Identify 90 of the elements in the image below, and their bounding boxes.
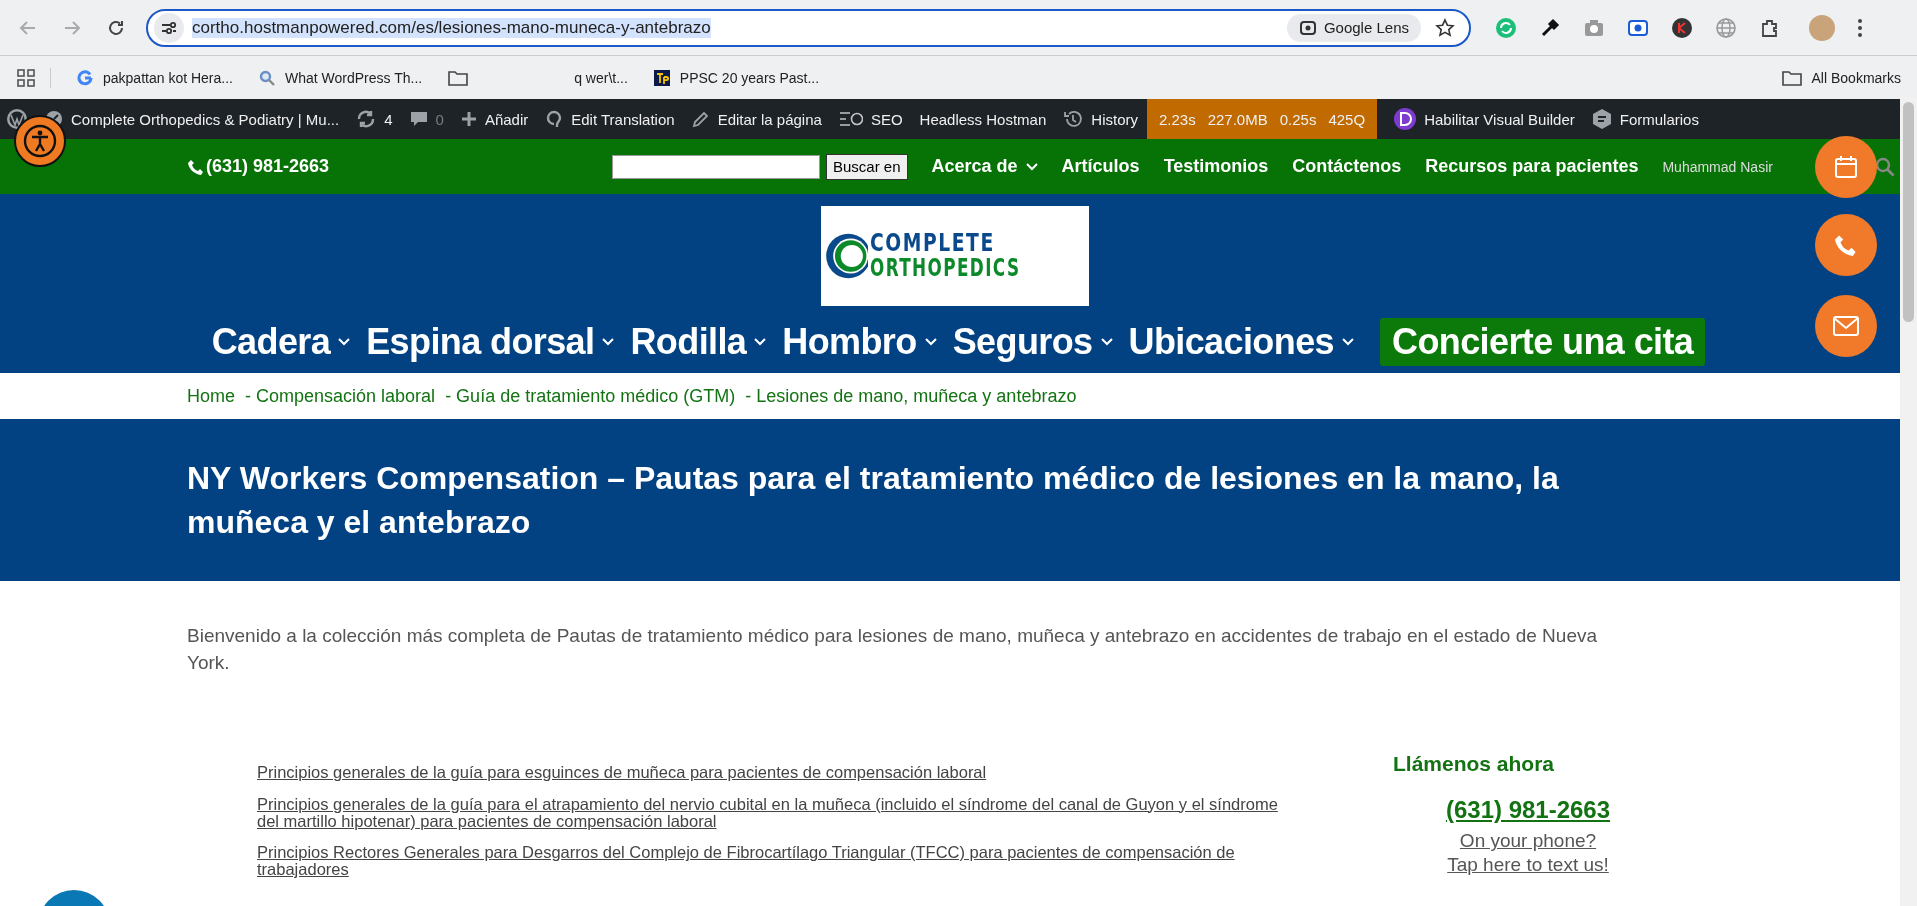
admin-menu-item[interactable]: SEO bbox=[838, 110, 903, 128]
bookmark-star-button[interactable] bbox=[1435, 17, 1455, 38]
search-field[interactable] bbox=[612, 154, 820, 179]
performance-stats[interactable]: 2.23s 227.0MB 0.25s 425Q bbox=[1146, 99, 1378, 139]
top-menu-item[interactable]: Contáctenos bbox=[1292, 156, 1402, 177]
phone-link[interactable]: (631) 981-2663 bbox=[188, 156, 612, 177]
google-icon bbox=[77, 69, 93, 86]
chevron-down-icon bbox=[1100, 338, 1113, 346]
extension-k-icon[interactable] bbox=[1671, 16, 1693, 39]
admin-menu-item[interactable]: Headless Hostman bbox=[919, 110, 1047, 128]
folder-icon bbox=[1781, 69, 1802, 86]
lens-icon bbox=[1298, 18, 1317, 37]
forms-icon bbox=[1591, 108, 1612, 130]
main-menu-item[interactable]: Ubicaciones bbox=[1128, 321, 1354, 363]
call-heading: Llámenos ahora bbox=[1393, 752, 1555, 777]
top-menu-item[interactable]: Testimonios bbox=[1163, 156, 1269, 177]
bookmark[interactable]: What WordPress Th... bbox=[258, 69, 423, 86]
updates-link[interactable]: 4 bbox=[356, 110, 393, 128]
record-icon[interactable] bbox=[1627, 17, 1649, 38]
phone-icon bbox=[188, 158, 204, 175]
comments-link[interactable]: 0 bbox=[409, 110, 444, 128]
main-menu-item[interactable]: Cadera bbox=[211, 321, 351, 363]
logo-text: COMPLETE bbox=[869, 230, 996, 256]
guide-link[interactable]: Principios generales de la guía para esguinces de muñeca para pacientes de compensación laboral bbox=[257, 764, 1297, 782]
apps-button[interactable] bbox=[16, 67, 51, 88]
chevron-down-icon bbox=[338, 338, 351, 346]
visual-builder-link[interactable]: Habilitar Visual Builder bbox=[1394, 108, 1575, 130]
chevron-down-icon bbox=[754, 338, 767, 346]
phone-link[interactable]: (631) 981-2663 bbox=[1445, 796, 1611, 825]
forward-icon bbox=[63, 18, 81, 37]
seo-icon bbox=[838, 111, 863, 127]
back-icon bbox=[19, 18, 37, 37]
breadcrumb-link[interactable]: - Lesiones de mano, muñeca y antebrazo bbox=[745, 385, 1077, 407]
refresh-icon bbox=[356, 110, 377, 128]
admin-menu-item[interactable]: Editar la página bbox=[691, 110, 822, 128]
chevron-down-icon bbox=[602, 338, 615, 346]
main-menu-item[interactable]: Rodilla bbox=[630, 321, 767, 363]
site-settings-button[interactable] bbox=[154, 12, 184, 43]
chevron-down-icon bbox=[1025, 162, 1038, 171]
envelope-icon bbox=[1832, 315, 1860, 337]
text-us-link[interactable]: On your phone? bbox=[1459, 830, 1597, 853]
main-menu-item[interactable]: Hombro bbox=[782, 321, 937, 363]
apps-icon bbox=[16, 67, 36, 88]
guide-link[interactable]: Principios Rectores Generales para Desgarros del Complejo de Fibrocartílago Triangular (TFCC) para pacientes de compensación de trabajadores bbox=[257, 844, 1297, 879]
main-menu-item[interactable]: Seguros bbox=[952, 321, 1113, 363]
breadcrumb-link[interactable]: Home bbox=[187, 385, 235, 407]
admin-menu-item[interactable]: Edit Translation bbox=[545, 109, 675, 129]
calendar-icon bbox=[1833, 154, 1859, 180]
accessibility-icon bbox=[23, 124, 57, 158]
comment-icon bbox=[409, 110, 428, 128]
chevron-down-icon bbox=[1342, 338, 1354, 346]
menu-icon[interactable] bbox=[1857, 17, 1863, 38]
breadcrumb-link[interactable]: - Compensación laboral bbox=[245, 385, 436, 407]
plus-icon bbox=[460, 111, 477, 127]
forms-link[interactable]: Formularios bbox=[1591, 108, 1699, 130]
history-icon bbox=[1063, 109, 1084, 129]
logo-text: ORTHOPEDICS bbox=[869, 256, 1021, 282]
bookmark[interactable]: q wer\t... bbox=[494, 69, 628, 86]
bookmark[interactable]: pakpattan kot Hera... bbox=[77, 69, 233, 86]
google-lens-button[interactable]: Google Lens bbox=[1286, 13, 1421, 42]
address-bar[interactable]: cortho.hostmanpowered.com/es/lesiones-mano-muneca-y-antebrazo Google Lens bbox=[146, 8, 1471, 47]
admin-menu-item[interactable]: History bbox=[1063, 109, 1138, 129]
star-icon bbox=[1435, 17, 1455, 38]
bookmark[interactable]: PPSC 20 years Past... bbox=[653, 69, 820, 86]
user-greeting[interactable]: Muhammad Nasir bbox=[1662, 158, 1773, 175]
url-text: cortho.hostmanpowered.com/es/lesiones-mano-muneca-y-antebrazo bbox=[192, 17, 711, 38]
top-menu-item[interactable]: Artículos bbox=[1061, 156, 1140, 177]
all-bookmarks-button[interactable]: All Bookmarks bbox=[1781, 69, 1901, 86]
magnifier-icon bbox=[258, 69, 275, 86]
search-button[interactable]: Buscar en bbox=[826, 153, 908, 180]
phone-icon bbox=[1835, 234, 1857, 256]
appointment-button[interactable]: Concierte una cita bbox=[1380, 318, 1706, 366]
text-us-link[interactable]: Tap here to text us! bbox=[1447, 854, 1609, 877]
site-logo[interactable]: COMPLETE ORTHOPEDICS bbox=[820, 206, 1089, 306]
pencil-icon bbox=[691, 110, 710, 128]
breadcrumb-link[interactable]: - Guía de tratamiento médico (GTM) bbox=[445, 385, 736, 407]
main-menu-item[interactable]: Espina dorsal bbox=[366, 321, 615, 363]
top-menu-item[interactable]: Acerca de bbox=[931, 156, 1038, 177]
camera-icon[interactable] bbox=[1583, 17, 1605, 38]
tp-logo-icon bbox=[653, 69, 670, 86]
admin-menu-item[interactable]: Añadir bbox=[460, 110, 529, 128]
guide-link[interactable]: Principios generales de la guía para el atrapamiento del nervio cubital en la muñeca (incluido el síndrome del canal de Guyon y el síndrome del martillo hipotenar) para pacientes de compensación laboral bbox=[257, 795, 1297, 831]
d-logo-icon bbox=[1394, 108, 1417, 130]
chevron-down-icon bbox=[924, 338, 937, 346]
eyedropper-icon[interactable] bbox=[1539, 16, 1561, 39]
intro-paragraph: Bienvenido a la colección más completa de Pautas de tratamiento médico para lesiones de mano, muñeca y antebrazo en accidentes de trabajo en el estado de Nueva York. bbox=[187, 624, 1599, 675]
top-menu-item[interactable]: Recursos para pacientes bbox=[1425, 156, 1639, 177]
page-title: NY Workers Compensation – Pautas para el tratamiento médico de lesiones en la mano, la muñeca y el antebrazo bbox=[187, 458, 1560, 542]
hook-icon bbox=[545, 109, 564, 129]
reload-icon bbox=[107, 18, 125, 37]
